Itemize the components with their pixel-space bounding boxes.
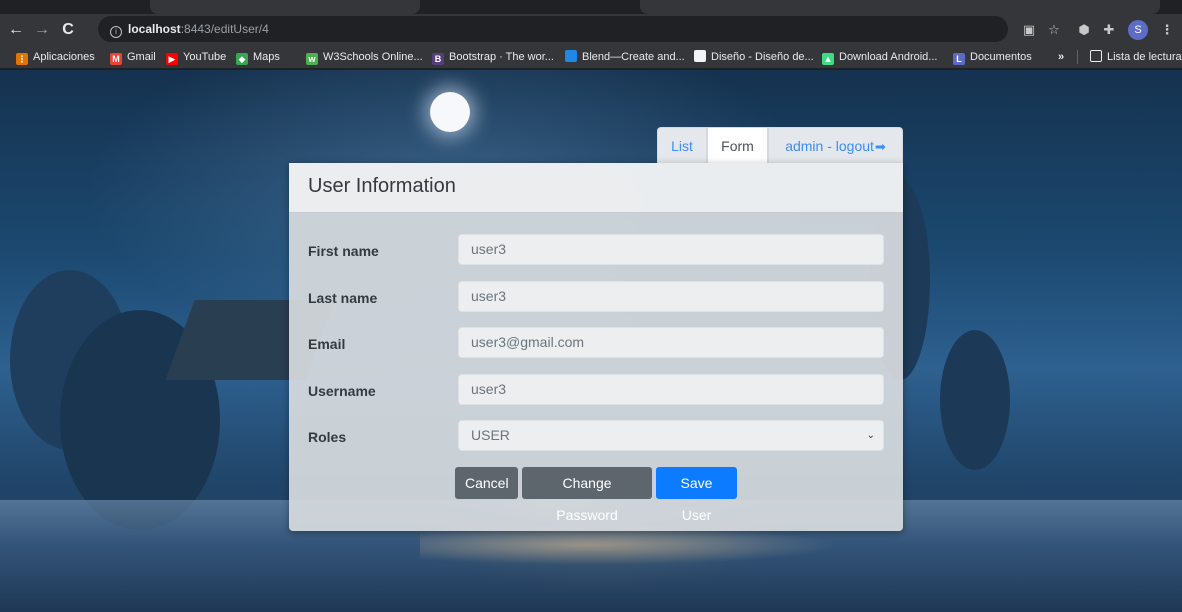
bookmark-label: Diseño - Diseño de... xyxy=(711,51,814,63)
docs-icon: L xyxy=(953,53,965,65)
bookmark-label: W3Schools Online... xyxy=(323,51,423,63)
bookmark-w3schools[interactable]: w W3Schools Online... xyxy=(306,45,423,69)
site-info-icon[interactable]: i xyxy=(110,26,122,38)
w3schools-icon: w xyxy=(306,53,318,65)
first-name-input[interactable]: user3 xyxy=(458,234,884,265)
profile-avatar[interactable]: S xyxy=(1128,20,1148,40)
moon-decoration xyxy=(430,92,470,132)
bookmark-bootstrap[interactable]: B Bootstrap · The wor... xyxy=(432,45,554,69)
bookmark-label: Gmail xyxy=(127,51,156,63)
bookmark-maps[interactable]: ◆ Maps xyxy=(236,45,280,69)
bookmark-label: Aplicaciones xyxy=(33,51,95,63)
browser-tab[interactable] xyxy=(150,0,420,14)
forward-arrow-icon[interactable]: → xyxy=(32,20,52,40)
gmail-icon: M xyxy=(110,53,122,65)
bookmark-label: Bootstrap · The wor... xyxy=(449,51,554,63)
bookmark-aplicaciones[interactable]: ⋮ Aplicaciones xyxy=(16,45,95,69)
bootstrap-icon: B xyxy=(432,53,444,65)
reading-list-icon xyxy=(1090,50,1102,62)
email-label: Email xyxy=(308,336,346,352)
browser-toolbar: ← → C i localhost:8443/editUser/4 ▣ ☆ ⬢ ✚… xyxy=(0,14,1182,45)
url-path: :8443/editUser/4 xyxy=(180,22,269,36)
change-password-button[interactable]: Change Password xyxy=(522,467,652,523)
roles-select[interactable]: USER ⌄ xyxy=(458,420,884,451)
star-icon[interactable]: ☆ xyxy=(1045,21,1063,39)
bookmark-youtube[interactable]: ▶ YouTube xyxy=(166,45,226,69)
bookmarks-divider xyxy=(1077,50,1078,64)
last-name-input[interactable]: user3 xyxy=(458,281,884,312)
save-user-button[interactable]: Save User xyxy=(656,467,737,523)
extension-icon[interactable]: ⬢ xyxy=(1075,21,1093,39)
blend-icon xyxy=(565,50,577,62)
card-title: User Information xyxy=(308,175,456,197)
road-glow-decoration xyxy=(420,525,840,565)
bookmark-android[interactable]: ▲ Download Android... xyxy=(822,45,937,69)
bookmark-documentos[interactable]: L Documentos xyxy=(953,45,1032,69)
chevron-down-icon: ⌄ xyxy=(866,430,875,441)
reload-icon[interactable]: C xyxy=(58,20,78,40)
kebab-menu-icon[interactable]: ⋮ xyxy=(1158,21,1176,39)
bookmark-blend[interactable]: Blend—Create and... xyxy=(565,45,685,69)
bookmark-label: Download Android... xyxy=(839,51,938,63)
maps-icon: ◆ xyxy=(236,53,248,65)
roles-label: Roles xyxy=(308,429,347,445)
bookmarks-bar: ⋮ Aplicaciones M Gmail ▶ YouTube ◆ Maps w W3S… xyxy=(0,45,1182,69)
bookmark-gmail[interactable]: M Gmail xyxy=(110,45,156,69)
username-input[interactable]: user3 xyxy=(458,374,884,405)
puzzle-icon[interactable]: ✚ xyxy=(1100,21,1118,39)
tree-decoration xyxy=(940,330,1010,470)
logout-label: admin - logout xyxy=(785,138,874,154)
browser-tab[interactable] xyxy=(640,0,1160,14)
android-icon: ▲ xyxy=(822,53,834,65)
bookmark-label: YouTube xyxy=(183,51,227,63)
reading-list-label: Lista de lectura xyxy=(1107,51,1182,63)
url-host: localhost xyxy=(128,22,181,36)
bookmark-diseno[interactable]: Diseño - Diseño de... xyxy=(694,45,814,69)
translate-icon[interactable]: ▣ xyxy=(1020,21,1038,39)
bookmark-label: Maps xyxy=(253,51,280,63)
nav-tabs: List Form admin - logout➡ xyxy=(657,127,903,163)
back-arrow-icon[interactable]: ← xyxy=(6,20,26,40)
username-label: Username xyxy=(308,383,376,399)
tab-list[interactable]: List xyxy=(657,127,707,163)
apps-grid-icon: ⋮ xyxy=(16,53,28,65)
card-header: User Information xyxy=(289,163,903,213)
tab-logout[interactable]: admin - logout➡ xyxy=(768,127,903,163)
page-icon xyxy=(694,50,706,62)
sign-out-icon: ➡ xyxy=(874,139,886,154)
email-input[interactable]: user3@gmail.com xyxy=(458,327,884,358)
roles-selected-value: USER xyxy=(471,427,510,443)
bookmarks-overflow-chevron[interactable]: » xyxy=(1058,45,1064,69)
user-form-card: User Information First name user3 Last n… xyxy=(289,163,903,531)
last-name-label: Last name xyxy=(308,290,378,306)
youtube-icon: ▶ xyxy=(166,53,178,65)
browser-tab-strip xyxy=(0,0,1182,14)
bookmark-label: Blend—Create and... xyxy=(582,51,685,63)
tab-form[interactable]: Form xyxy=(707,127,768,163)
first-name-label: First name xyxy=(308,243,379,259)
bookmark-label: Documentos xyxy=(970,51,1032,63)
reading-list[interactable]: Lista de lectura xyxy=(1090,45,1182,69)
address-bar[interactable]: i localhost:8443/editUser/4 xyxy=(98,16,1008,42)
cancel-button[interactable]: Cancel xyxy=(455,467,518,499)
